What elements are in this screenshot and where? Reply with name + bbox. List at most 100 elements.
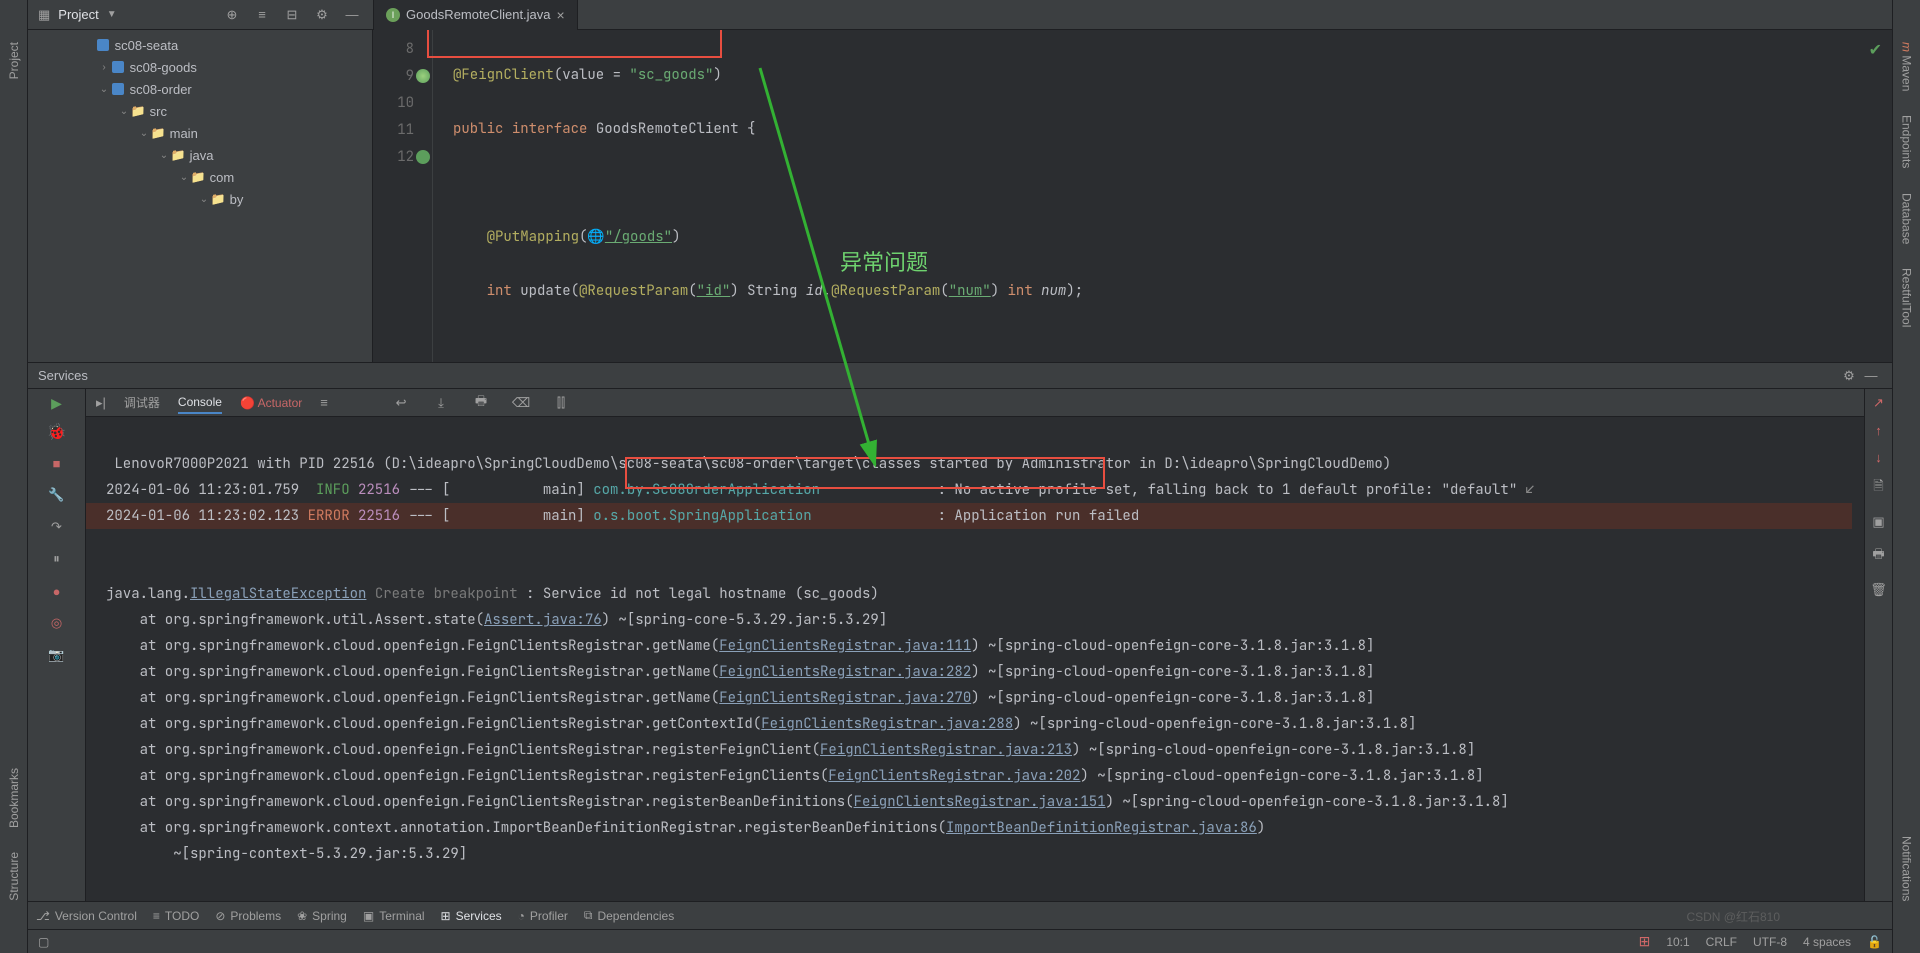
view-bp-icon[interactable]: ◎ [46,612,68,634]
encoding[interactable]: UTF-8 [1753,935,1787,949]
right-tab-endpoints[interactable]: Endpoints [1898,109,1916,174]
stack-link[interactable]: FeignClientsRegistrar.java:288 [761,715,1013,733]
settings-icon[interactable]: ⚙ [311,4,333,26]
more-icon[interactable]: ≡ [320,395,328,410]
editor-tab[interactable]: I GoodsRemoteClient.java × [374,0,578,30]
tab-console[interactable]: Console [178,392,222,414]
hide-icon[interactable]: — [341,4,363,26]
stack-link[interactable]: FeignClientsRegistrar.java:202 [828,767,1080,785]
select-opened-file-icon[interactable]: ⊕ [221,4,243,26]
nav-up-icon[interactable]: ↑ [1875,423,1882,438]
line-sep[interactable]: CRLF [1706,935,1737,949]
tree-node[interactable]: › sc08-goods [28,56,372,78]
trash-icon[interactable]: 🗑 [1868,579,1890,601]
nav-down-icon[interactable]: ↓ [1875,450,1882,465]
tab-dependencies[interactable]: ⧉ Dependencies [584,908,674,923]
layout-icon[interactable]: ▣ [1868,511,1890,533]
editor-pane: 8 9 10 11 12 @FeignClient(value = "sc_go… [373,30,1892,362]
right-tab-notifications[interactable]: Notifications [1898,830,1916,907]
pause-icon[interactable]: ⏸ [46,548,68,570]
services-run-gutter: ▶ 🐞 ■ 🔧 ↷ ⏸ ● ◎ 📷 [28,389,86,901]
gear-icon[interactable]: ⚙ [1838,365,1860,387]
stack-link[interactable]: FeignClientsRegistrar.java:282 [719,663,971,681]
camera-icon[interactable]: 📷 [46,644,68,666]
create-breakpoint-link[interactable]: Create breakpoint [375,585,518,603]
tree-node[interactable]: ⌄ src [28,100,372,122]
right-tab-restful[interactable]: RestfulTool [1898,262,1916,333]
override-gutter-icon[interactable] [416,150,430,164]
bottom-tabs-bar: ⎇ Version Control ≡ TODO ⊘ Problems ❀ Sp… [28,901,1892,929]
cursor-position[interactable]: 10:1 [1666,935,1689,949]
left-tool-strip: Project Bookmarks Structure [0,0,28,953]
tab-actuator[interactable]: 🔴 Actuator [240,393,302,413]
stack-link[interactable]: FeignClientsRegistrar.java:151 [854,793,1106,811]
tree-node[interactable]: ⌄ sc08-order [28,78,372,100]
stack-link[interactable]: Assert.java:76 [484,611,602,629]
stack-link[interactable]: ImportBeanDefinitionRegistrar.java:86 [946,819,1257,837]
minimize-icon[interactable]: — [1860,365,1882,387]
right-tab-database[interactable]: Database [1898,187,1916,250]
tree-node[interactable]: ⌄ java [28,144,372,166]
tab-terminal[interactable]: ▣ Terminal [363,909,425,923]
tab-services[interactable]: ⊞ Services [441,909,502,923]
stop-icon[interactable]: ■ [46,452,68,474]
filter-icon[interactable]: ⫿⫿ [550,392,572,414]
step-over-icon[interactable]: ↷ [46,516,68,538]
annotation-highlight-1 [427,30,722,58]
tab-filename: GoodsRemoteClient.java [406,7,551,22]
expand-all-icon[interactable]: ≡ [251,4,273,26]
code-area[interactable]: @FeignClient(value = "sc_goods") public … [433,30,1892,362]
soft-wrap-icon[interactable]: ↩ [390,392,412,414]
scroll-up-icon[interactable]: ↗ [1873,395,1884,411]
status-left-icon[interactable]: ▢ [38,935,49,949]
close-tab-icon[interactable]: × [557,7,565,23]
stack-link[interactable]: FeignClientsRegistrar.java:213 [820,741,1072,759]
mute-bp-icon[interactable]: ● [46,580,68,602]
debug-icon[interactable]: 🐞 [47,422,67,442]
tab-todo[interactable]: ≡ TODO [153,909,199,923]
tool-icon[interactable]: 🔧 [46,484,68,506]
tab-debugger[interactable]: 调试器 [124,391,160,414]
left-tab-project[interactable]: Project [5,36,23,85]
services-panel: Services ⚙ — ▶ 🐞 ■ 🔧 ↷ ⏸ ● ◎ 📷 [28,362,1892,901]
clear-icon[interactable]: ⌫ [510,392,532,414]
tree-node[interactable]: ⌄ main [28,122,372,144]
services-right-icons: ↗ ↑ ↓ 🗎 ▣ 🖶 🗑 [1864,389,1892,901]
collapse-all-icon[interactable]: ⊟ [281,4,303,26]
project-tree[interactable]: sc08-seata › sc08-goods ⌄ sc08-order ⌄ s… [28,30,373,362]
stack-link[interactable]: FeignClientsRegistrar.java:270 [719,689,971,707]
tab-problems[interactable]: ⊘ Problems [215,909,281,923]
exception-class-link[interactable]: IllegalStateException [190,585,366,603]
tab-spring[interactable]: ❀ Spring [297,909,347,923]
readonly-icon[interactable]: 🔓 [1867,935,1882,949]
java-interface-icon: I [386,8,400,22]
editor-gutter: 8 9 10 11 12 [373,30,433,362]
tree-node[interactable]: sc08-seata [28,34,372,56]
run-gutter-icon[interactable] [416,69,430,83]
left-tab-bookmarks[interactable]: Bookmarks [5,762,23,834]
stack-link[interactable]: FeignClientsRegistrar.java:111 [719,637,971,655]
left-tab-structure[interactable]: Structure [5,846,23,907]
print-icon[interactable]: 🖶 [1868,545,1890,567]
inspection-ok-icon[interactable]: ✔ [1869,40,1882,60]
watermark: CSDN @红石810 [1686,908,1780,925]
windows-logo-icon[interactable]: ⊞ [1639,933,1651,950]
top-bar: ▦ Project ▼ ⊕ ≡ ⊟ ⚙ — I GoodsRemoteClien… [28,0,1892,30]
folder-expand-icon[interactable]: ▦ [38,7,50,23]
tab-version-control[interactable]: ⎇ Version Control [36,909,137,923]
export-icon[interactable]: 🗎 [1868,477,1890,499]
indent[interactable]: 4 spaces [1803,935,1851,949]
print-icon[interactable]: 🖶 [470,392,492,414]
right-tab-maven[interactable]: m Maven [1898,36,1916,97]
console-output[interactable]: LenovoR7000P2021 with PID 22516 (D:\idea… [86,417,1864,901]
expand-icon[interactable]: ▸| [96,395,106,411]
services-title: Services [38,368,88,383]
editor-tabs: I GoodsRemoteClient.java × [373,0,1892,30]
run-icon[interactable]: ▶ [51,395,62,412]
tree-node[interactable]: ⌄ by [28,188,372,210]
status-bar: ▢ ⊞ 10:1 CRLF UTF-8 4 spaces 🔓 [28,929,1892,953]
tree-node[interactable]: ⌄ com [28,166,372,188]
scroll-end-icon[interactable]: ⤓ [430,392,452,414]
tab-profiler[interactable]: ◔ Profiler [518,909,568,923]
project-tool-label[interactable]: Project [58,7,98,22]
